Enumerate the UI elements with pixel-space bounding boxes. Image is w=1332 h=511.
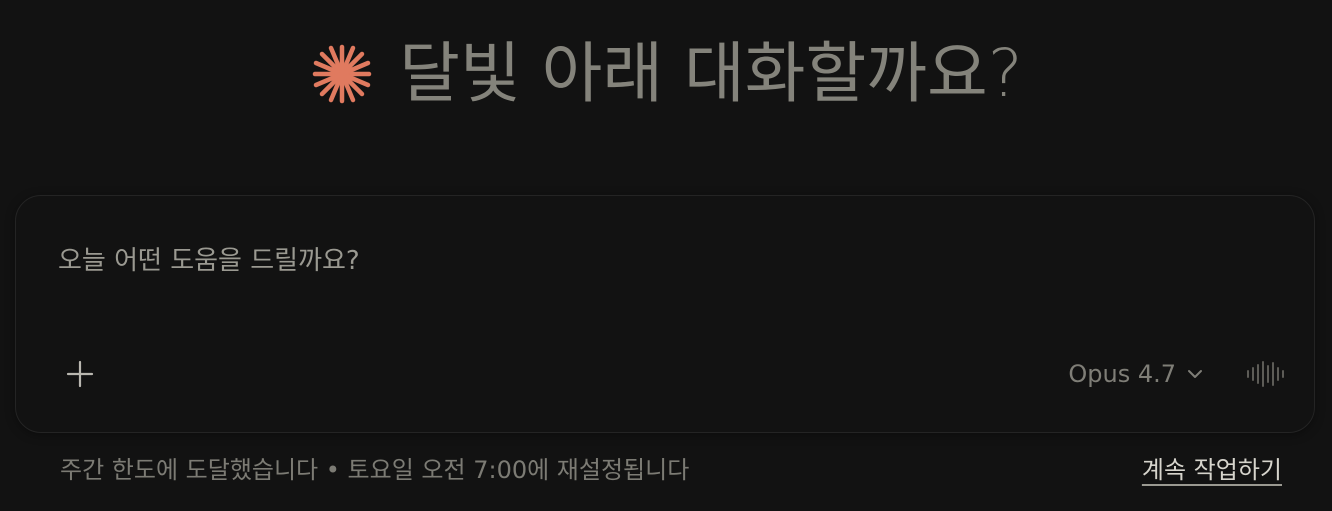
model-label: Opus 4.7 (1068, 360, 1176, 388)
usage-limit-notice: 주간 한도에 도달했습니다 • 토요일 오전 7:00에 재설정됩니다 (60, 456, 690, 484)
add-attachment-button[interactable] (62, 356, 98, 392)
greeting-header: 달빛 아래 대화할까요? (0, 26, 1332, 122)
model-selector[interactable]: Opus 4.7 (1068, 356, 1204, 392)
continue-working-link[interactable]: 계속 작업하기 (1142, 450, 1282, 485)
voice-mode-button[interactable] (1244, 356, 1288, 392)
plus-icon (66, 360, 94, 388)
sparkle-logo-icon (309, 41, 375, 107)
chat-composer: 오늘 어떤 도움을 드릴까요? Opus 4.7 (15, 195, 1315, 433)
voice-waveform-icon (1247, 361, 1284, 387)
message-input[interactable]: 오늘 어떤 도움을 드릴까요? (58, 240, 360, 277)
greeting-title: 달빛 아래 대화할까요? (399, 35, 1023, 112)
chevron-down-icon (1188, 370, 1202, 378)
